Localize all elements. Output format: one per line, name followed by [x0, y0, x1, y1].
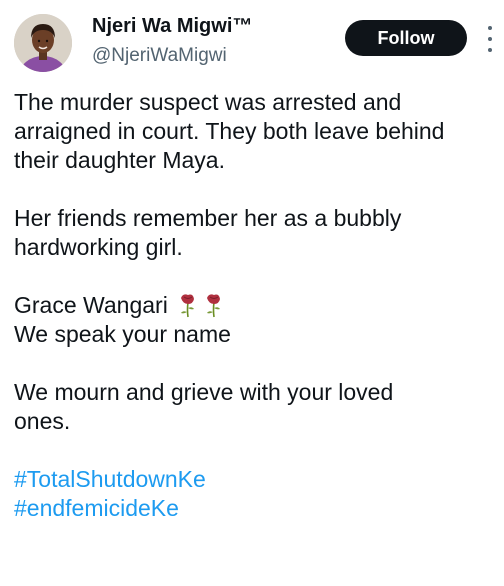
author-name[interactable]: Njeri Wa Migwi™	[92, 14, 252, 38]
victim-name: Grace Wangari	[14, 292, 168, 318]
more-vertical-icon[interactable]	[484, 26, 496, 52]
avatar-image	[14, 14, 72, 72]
tweet-line: Her friends remember her as a bubbly	[14, 205, 402, 231]
tweet-line: We mourn and grieve with your loved	[14, 379, 394, 405]
author-handle[interactable]: @NjeriWaMigwi	[92, 44, 227, 68]
wilted-flower-icon	[181, 294, 195, 318]
tweet-line: The murder suspect was arrested and	[14, 89, 402, 115]
tweet-line: ones.	[14, 408, 71, 434]
tweet-line: arraigned in court. They both leave behi…	[14, 118, 445, 144]
tweet-line: their daughter Maya.	[14, 147, 225, 173]
hashtag-link[interactable]: #endfemicideKe	[14, 494, 504, 523]
hashtag-link[interactable]: #TotalShutdownKe	[14, 465, 504, 494]
tweet-line-name: Grace Wangari	[14, 291, 504, 320]
more-dot	[488, 26, 492, 30]
tweet-text: The murder suspect was arrested and arra…	[14, 88, 504, 523]
tweet-header: Njeri Wa Migwi™ @NjeriWaMigwi Follow	[0, 0, 504, 86]
avatar[interactable]	[14, 14, 72, 72]
tweet-line: We speak your name	[14, 321, 231, 347]
follow-button[interactable]: Follow	[345, 20, 467, 56]
wilted-flower-icon	[207, 294, 221, 318]
tweet-line: hardworking girl.	[14, 234, 183, 260]
more-dot	[488, 37, 492, 41]
more-dot	[488, 48, 492, 52]
